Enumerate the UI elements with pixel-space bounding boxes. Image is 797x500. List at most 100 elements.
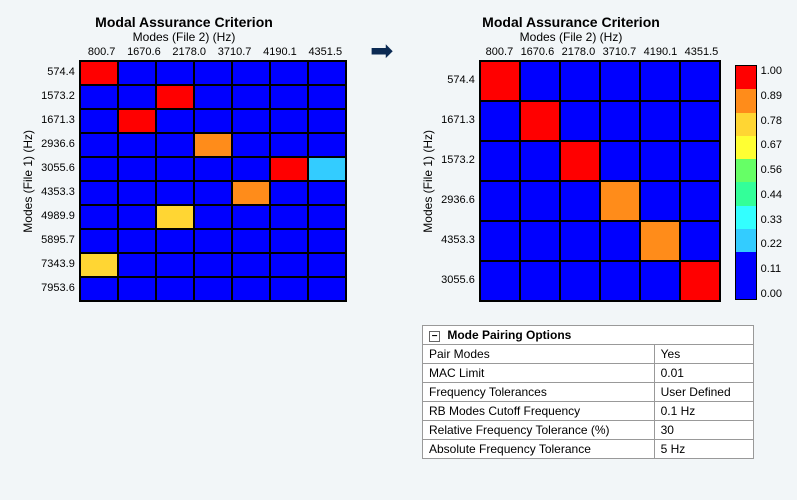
heatmap-cell: [560, 61, 600, 101]
y-tick: 1573.2: [441, 154, 475, 166]
y-tick: 4989.9: [41, 210, 75, 222]
x-tick: 2178.0: [562, 46, 596, 58]
mac-heatmap-right: Modal Assurance Criterion Modes (File 2)…: [420, 14, 722, 302]
y-tick: 1671.3: [441, 114, 475, 126]
heatmap-cell: [640, 141, 680, 181]
x-tick: 3710.7: [218, 46, 252, 58]
heatmap-cell: [480, 141, 520, 181]
option-value[interactable]: User Defined: [654, 383, 753, 402]
colorbar-segment: [736, 252, 756, 275]
heatmap-cell: [560, 101, 600, 141]
colorbar-tick: 0.33: [761, 214, 782, 226]
heatmap-cell: [560, 261, 600, 301]
heatmap-cell: [80, 85, 118, 109]
y-tick: 1671.3: [41, 114, 75, 126]
option-value[interactable]: 0.01: [654, 364, 753, 383]
heatmap-cell: [156, 205, 194, 229]
heatmap-cell: [640, 261, 680, 301]
heatmap-cell: [194, 277, 232, 301]
heatmap-cell: [520, 181, 560, 221]
collapse-toggle[interactable]: −: [429, 331, 440, 342]
heatmap-cell: [194, 157, 232, 181]
y-tick: 5895.7: [41, 234, 75, 246]
colorbar-segment: [736, 276, 756, 299]
option-value[interactable]: 5 Hz: [654, 440, 753, 459]
x-tick: 4351.5: [685, 46, 719, 58]
heatmap-cell: [640, 221, 680, 261]
heatmap-cell: [194, 253, 232, 277]
y-tick: 3055.6: [441, 274, 475, 286]
chart-title: Modal Assurance Criterion: [95, 14, 273, 30]
colorbar-segment: [736, 113, 756, 136]
colorbar-tick: 0.00: [761, 288, 782, 300]
x-axis-ticks: 800.71670.62178.03710.74190.14351.5: [482, 46, 722, 58]
colorbar-gradient: [735, 65, 757, 300]
x-tick: 4351.5: [308, 46, 342, 58]
heatmap-cell: [270, 85, 308, 109]
heatmap-cell: [270, 157, 308, 181]
heatmap-cell: [270, 61, 308, 85]
colorbar-tick: 0.67: [761, 139, 782, 151]
heatmap-cell: [560, 141, 600, 181]
heatmap-cell: [600, 61, 640, 101]
heatmap-cell: [680, 141, 720, 181]
y-tick: 4353.3: [441, 234, 475, 246]
heatmap-cell: [308, 253, 346, 277]
heatmap-cell: [156, 85, 194, 109]
option-value[interactable]: 30: [654, 421, 753, 440]
y-tick: 7953.6: [41, 282, 75, 294]
heatmap-cell: [118, 157, 156, 181]
heatmap-cell: [520, 221, 560, 261]
heatmap-cell: [156, 109, 194, 133]
heatmap-cell: [232, 133, 270, 157]
heatmap-cell: [80, 61, 118, 85]
heatmap-cell: [270, 277, 308, 301]
heatmap-cell: [156, 157, 194, 181]
heatmap-cell: [680, 221, 720, 261]
option-label: MAC Limit: [423, 364, 655, 383]
y-tick: 2936.6: [441, 194, 475, 206]
heatmap-cell: [118, 205, 156, 229]
x-tick: 800.7: [88, 46, 116, 58]
option-row: MAC Limit0.01: [423, 364, 754, 383]
option-value[interactable]: Yes: [654, 345, 753, 364]
heatmap-cell: [308, 109, 346, 133]
heatmap-cell: [156, 133, 194, 157]
heatmap-cell: [232, 109, 270, 133]
heatmap-cell: [80, 157, 118, 181]
colorbar-tick: 0.56: [761, 164, 782, 176]
heatmap-cell: [118, 85, 156, 109]
heatmap-cell: [80, 181, 118, 205]
heatmap-cell: [270, 181, 308, 205]
option-row: Pair ModesYes: [423, 345, 754, 364]
y-tick: 4353.3: [41, 186, 75, 198]
heatmap-cell: [600, 141, 640, 181]
heatmap-cell: [118, 61, 156, 85]
heatmap-cell: [270, 229, 308, 253]
heatmap-cell: [194, 109, 232, 133]
heatmap-cell: [520, 261, 560, 301]
heatmap-cell: [194, 229, 232, 253]
heatmap-cell: [308, 133, 346, 157]
heatmap-cell: [480, 261, 520, 301]
heatmap-cell: [600, 101, 640, 141]
heatmap-grid: [79, 60, 347, 302]
heatmap-cell: [308, 205, 346, 229]
y-tick: 574.4: [41, 66, 75, 78]
option-value[interactable]: 0.1 Hz: [654, 402, 753, 421]
heatmap-cell: [480, 221, 520, 261]
heatmap-cell: [156, 61, 194, 85]
heatmap-cell: [80, 277, 118, 301]
colorbar-tick: 0.11: [761, 263, 782, 275]
heatmap-cell: [600, 261, 640, 301]
heatmap-cell: [640, 181, 680, 221]
heatmap-cell: [308, 85, 346, 109]
x-tick: 1670.6: [521, 46, 555, 58]
heatmap-cell: [194, 181, 232, 205]
heatmap-cell: [232, 61, 270, 85]
heatmap-cell: [270, 253, 308, 277]
y-axis-label: Modes (File 1) (Hz): [421, 130, 435, 233]
heatmap-cell: [194, 61, 232, 85]
colorbar-segment: [736, 159, 756, 182]
heatmap-cell: [194, 205, 232, 229]
